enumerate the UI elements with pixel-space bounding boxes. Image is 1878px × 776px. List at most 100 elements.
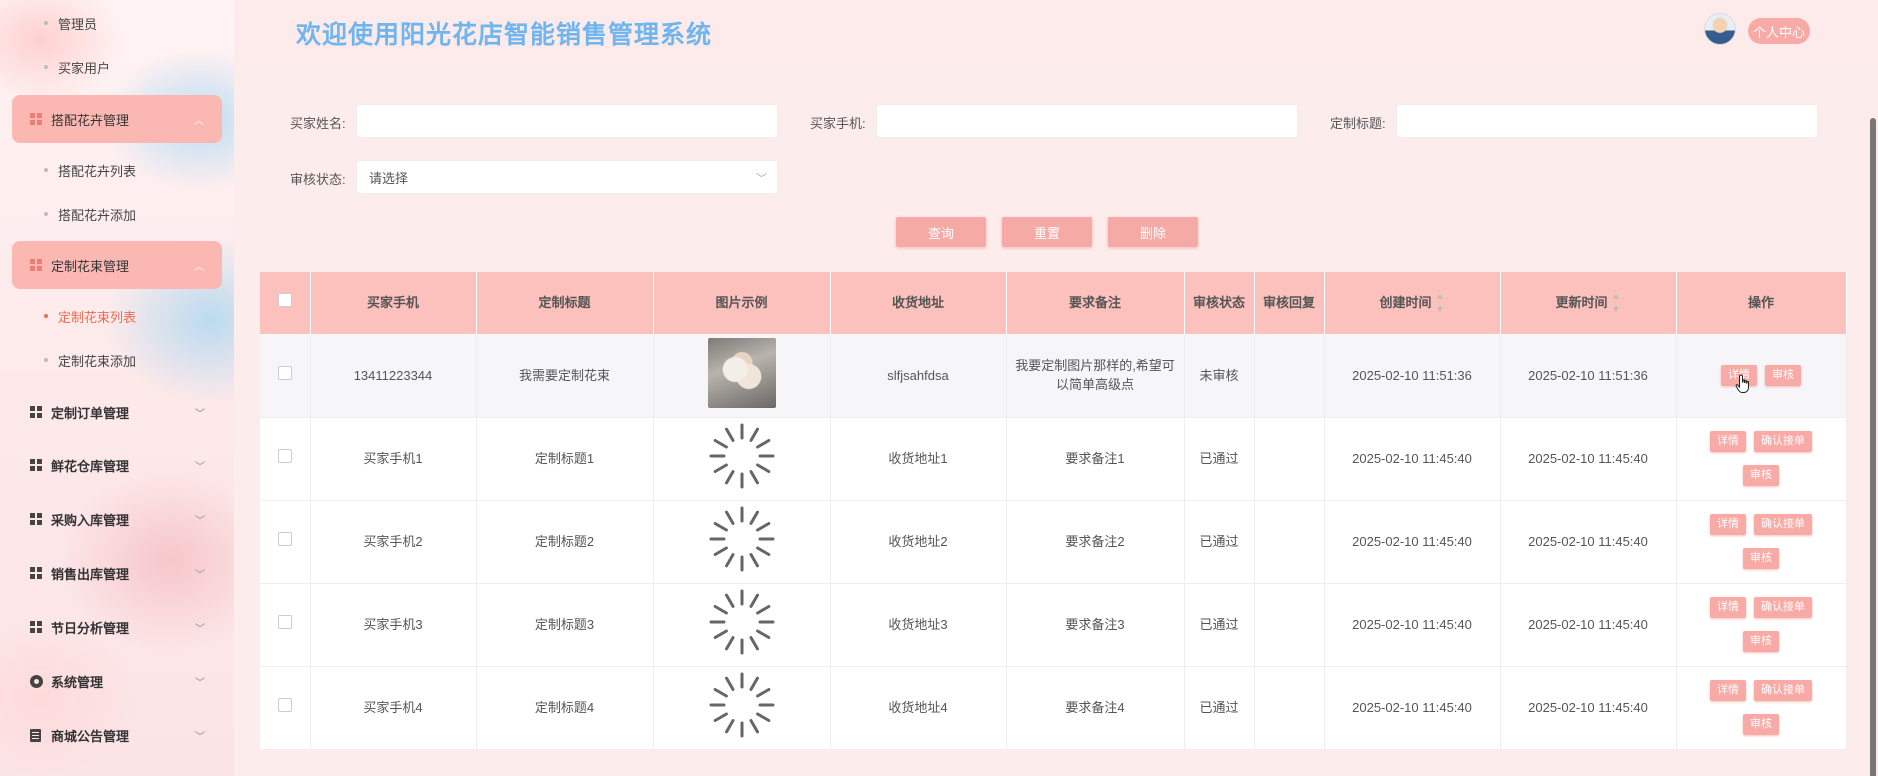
ops-group: 详情 确认接单审核	[1685, 680, 1838, 735]
cell-updated: 2025-02-10 11:45:40	[1500, 583, 1677, 667]
col-header-ops: 操作	[1676, 272, 1847, 334]
sidebar-item-flower-matching-list[interactable]: 搭配花卉列表	[44, 160, 137, 180]
col-header-created[interactable]: 创建时间 ▲ ▼	[1324, 272, 1501, 334]
image-cell	[653, 500, 831, 584]
cell-phone: 13411223344	[310, 334, 477, 418]
sidebar-group-flower-matching[interactable]: 搭配花卉管理 ︿	[12, 95, 222, 143]
sidebar-item-flower-warehouse[interactable]: 鲜花仓库管理 ﹀	[30, 453, 205, 477]
spinner-tick	[724, 427, 734, 442]
sidebar-item-holiday-analysis[interactable]: 节日分析管理 ﹀	[30, 615, 205, 639]
review-status-select[interactable]: 请选择 ﹀	[356, 160, 778, 194]
chevron-down-icon: ﹀	[195, 461, 205, 473]
accept-order-button[interactable]: 确认接单	[1754, 514, 1812, 535]
cell-address: slfjsahfdsa	[830, 334, 1007, 418]
query-button[interactable]: 查询	[896, 217, 986, 247]
loading-spinner-icon	[709, 672, 774, 738]
sidebar-group-custom-bouquet[interactable]: 定制花束管理 ︿	[12, 241, 222, 289]
table-row[interactable]: 买家手机4 定制标题4 收货地址4 要求备注4 已通过 2025-02-10 11:45:…	[260, 666, 1847, 750]
page-title: 欢迎使用阳光花店智能销售管理系统	[296, 21, 713, 49]
grid-icon	[30, 566, 43, 580]
detail-button[interactable]: 详情	[1710, 597, 1746, 618]
cell-title: 定制标题2	[476, 500, 654, 584]
sort-icon[interactable]: ▲ ▼	[1612, 290, 1621, 317]
cell-remark: 要求备注1	[1006, 417, 1185, 501]
sidebar-item-label: 搭配花卉列表	[58, 163, 137, 179]
chevron-up-icon: ︿	[194, 262, 204, 273]
sidebar-item-label: 节日分析管理	[51, 620, 130, 636]
sort-icon[interactable]: ▲ ▼	[1436, 290, 1445, 317]
table-row[interactable]: 买家手机1 定制标题1 收货地址1 要求备注1 已通过 2025-02-10 11:45:…	[260, 417, 1847, 501]
spinner-tick	[749, 469, 759, 485]
sidebar: 管理员 买家用户 搭配花卉管理 ︿ 搭配花卉列表 搭配花卉添加 定制花束管理 ︿…	[0, 0, 234, 776]
sidebar-item-admin[interactable]: 管理员	[44, 13, 97, 33]
bouquet-thumbnail[interactable]	[707, 337, 776, 408]
document-icon	[30, 728, 41, 742]
detail-button[interactable]: 详情	[1710, 514, 1746, 535]
review-button[interactable]: 审核	[1765, 364, 1801, 386]
accept-order-button[interactable]: 确认接单	[1754, 431, 1812, 452]
buyer-phone-label: 买家手机:	[810, 116, 866, 131]
cell-created: 2025-02-10 11:45:40	[1324, 666, 1501, 750]
buyer-name-input[interactable]	[356, 104, 778, 138]
row-checkbox[interactable]	[277, 531, 292, 546]
cell-remark: 我要定制图片那样的,希望可以简单高级点	[1006, 334, 1185, 418]
accept-order-button[interactable]: 确认接单	[1754, 597, 1812, 618]
buyer-phone-input[interactable]	[876, 104, 1298, 138]
spinner-tick	[713, 546, 728, 556]
grid-icon	[30, 405, 43, 419]
image-cell	[653, 666, 831, 750]
cell-phone: 买家手机4	[310, 666, 477, 750]
review-button[interactable]: 审核	[1743, 548, 1779, 569]
sidebar-item-announcements[interactable]: 商城公告管理 ﹀	[30, 723, 205, 747]
grid-icon	[30, 458, 43, 472]
review-button[interactable]: 审核	[1743, 631, 1779, 652]
sidebar-item-system[interactable]: 系统管理 ﹀	[30, 669, 205, 693]
row-checkbox[interactable]	[277, 365, 292, 380]
table-row[interactable]: 13411223344 我需要定制花束 slfjsahfdsa 我要定制图片那样的,希…	[260, 334, 1847, 418]
chevron-down-icon: ﹀	[195, 569, 205, 581]
delete-button[interactable]: 删除	[1108, 217, 1198, 247]
ops-cell: 详情 确认接单审核	[1676, 583, 1847, 667]
page-scrollbar[interactable]	[1868, 108, 1878, 776]
scrollbar-thumb[interactable]	[1870, 118, 1876, 776]
sidebar-item-buyer-users[interactable]: 买家用户	[44, 57, 110, 77]
sidebar-item-flower-matching-add[interactable]: 搭配花卉添加	[44, 204, 136, 224]
chevron-down-icon: ﹀	[195, 677, 205, 689]
sidebar-item-custom-orders[interactable]: 定制订单管理 ﹀	[30, 400, 205, 424]
custom-title-label: 定制标题:	[1330, 116, 1386, 131]
detail-button[interactable]: 详情	[1710, 680, 1746, 701]
col-header-updated[interactable]: 更新时间 ▲ ▼	[1500, 272, 1677, 334]
cell-remark: 要求备注2	[1006, 500, 1185, 584]
sidebar-item-sales-outbound[interactable]: 销售出库管理 ﹀	[30, 561, 205, 585]
sidebar-item-custom-bouquet-list[interactable]: 定制花束列表	[44, 306, 136, 326]
row-checkbox[interactable]	[277, 448, 292, 463]
chevron-down-icon: ﹀	[195, 515, 205, 527]
custom-title-input[interactable]	[1396, 104, 1818, 138]
cell-reply	[1254, 417, 1325, 501]
review-button[interactable]: 审核	[1743, 465, 1779, 486]
review-status-label: 审核状态:	[290, 172, 346, 187]
sidebar-item-custom-bouquet-add[interactable]: 定制花束添加	[44, 350, 136, 370]
row-checkbox[interactable]	[277, 697, 292, 712]
table-row[interactable]: 买家手机3 定制标题3 收货地址3 要求备注3 已通过 2025-02-10 11:45:…	[260, 583, 1847, 667]
select-all-checkbox[interactable]	[277, 293, 292, 308]
spinner-tick	[755, 629, 770, 639]
col-header-status: 审核状态	[1184, 272, 1255, 334]
table-row[interactable]: 买家手机2 定制标题2 收货地址2 要求备注2 已通过 2025-02-10 11:45:…	[260, 500, 1847, 584]
review-status-value: 请选择	[369, 170, 409, 186]
reset-button[interactable]: 重置	[1002, 217, 1092, 247]
sidebar-item-label: 商城公告管理	[51, 728, 130, 744]
spinner-tick	[724, 593, 734, 608]
profile-button[interactable]: 个人中心	[1748, 18, 1810, 44]
accept-order-button[interactable]: 确认接单	[1754, 680, 1812, 701]
col-header-created-label: 创建时间	[1379, 294, 1432, 310]
review-button[interactable]: 审核	[1743, 714, 1779, 735]
bullet-icon	[44, 21, 48, 25]
cell-created: 2025-02-10 11:51:36	[1324, 334, 1501, 418]
avatar[interactable]	[1704, 13, 1736, 45]
sidebar-item-purchase-inbound[interactable]: 采购入库管理 ﹀	[30, 507, 205, 531]
cell-updated: 2025-02-10 11:45:40	[1500, 666, 1677, 750]
row-checkbox[interactable]	[277, 614, 292, 629]
sidebar-item-label: 定制订单管理	[51, 405, 130, 421]
detail-button[interactable]: 详情	[1710, 431, 1746, 452]
